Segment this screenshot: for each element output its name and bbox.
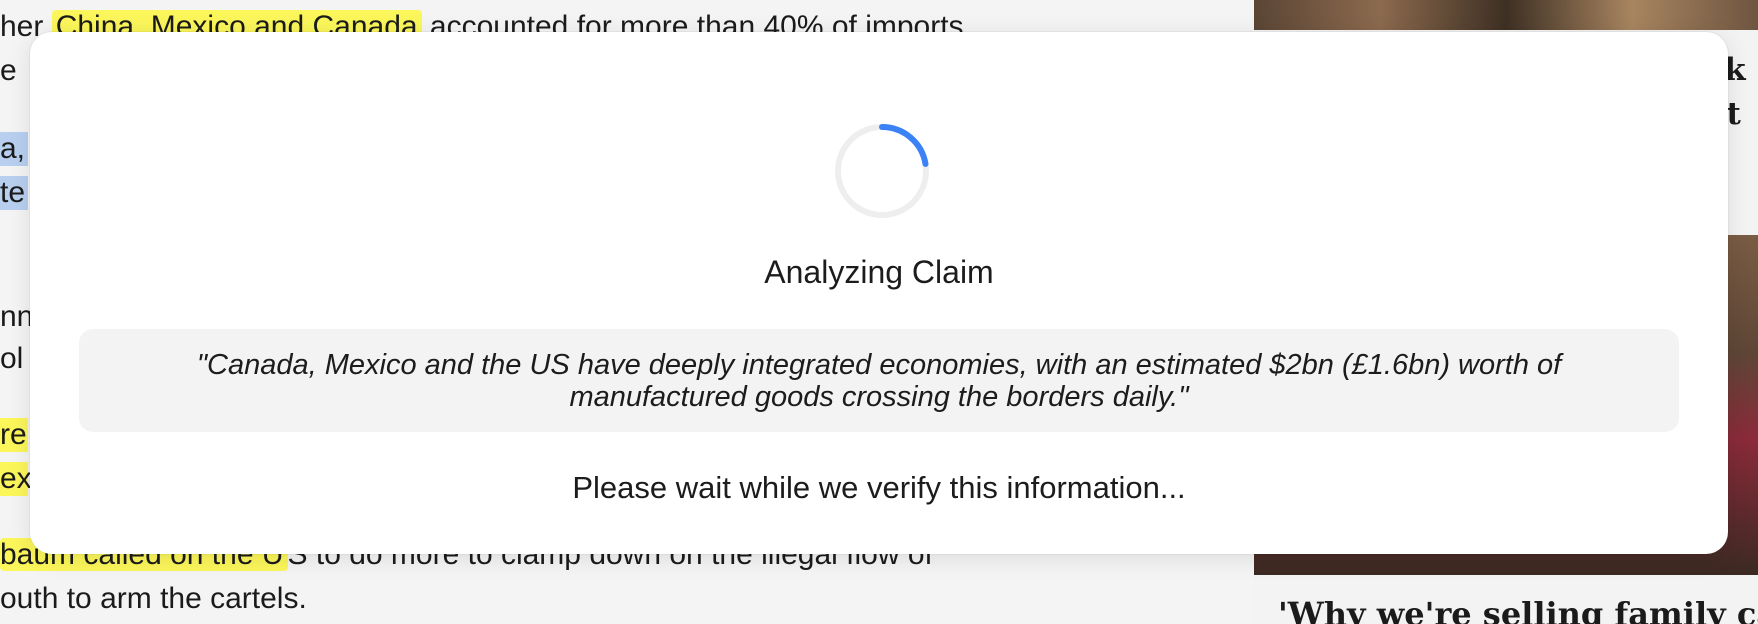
highlighted-claim-fragment[interactable]: exi (0, 462, 38, 496)
dialog-title: Analyzing Claim (764, 254, 994, 290)
analyzing-claim-dialog: Analyzing Claim "Canada, Mexico and the … (30, 32, 1728, 554)
highlighted-claim-fragment[interactable]: te (0, 176, 28, 210)
loading-spinner-icon (835, 123, 929, 218)
story-image[interactable] (1254, 0, 1758, 30)
claim-text: "Canada, Mexico and the US have deeply i… (196, 348, 1562, 413)
status-message: Please wait while we verify this informa… (572, 470, 1186, 505)
article-text: nn (0, 300, 34, 333)
highlighted-claim-fragment[interactable]: a, (0, 132, 28, 166)
highlighted-claim-fragment[interactable]: re (0, 418, 28, 452)
claim-quote-box: "Canada, Mexico and the US have deeply i… (79, 329, 1679, 432)
article-line-2: e (0, 54, 17, 88)
article-line-10: outh to arm the cartels. (0, 582, 307, 615)
page: her China, Mexico and Canada accounted f… (0, 0, 1758, 624)
article-text: e (0, 54, 17, 87)
story-headline[interactable]: 'Why we're selling family ca (1278, 595, 1758, 624)
article-text: ol (0, 342, 24, 375)
